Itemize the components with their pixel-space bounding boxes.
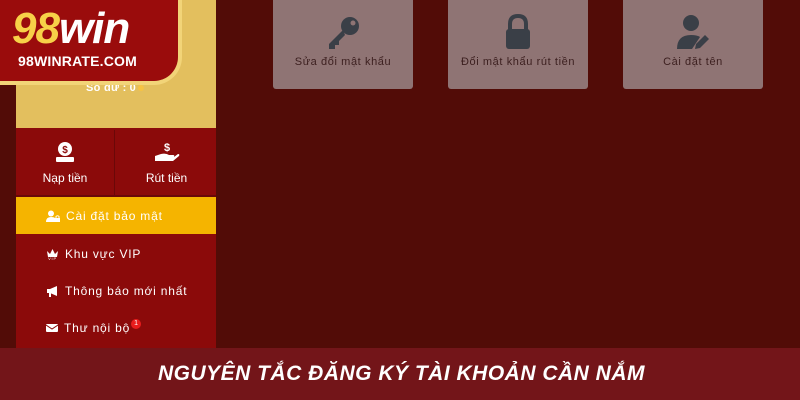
menu-item-label: Thư nội bộ (64, 320, 131, 335)
menu-item-label: Cài đặt bảo mật (66, 208, 163, 223)
withdraw-label: Rút tiền (145, 170, 188, 185)
logo-number: 98 (12, 4, 60, 53)
set-name-tile[interactable]: Cài đặt tên (623, 0, 763, 89)
deposit-button[interactable]: $ Nạp tiền (16, 130, 115, 195)
menu-item-inbox[interactable]: Thư nội bộ 1 (16, 309, 216, 346)
envelope-icon (46, 323, 58, 332)
vip-crown-icon: VIP (47, 249, 58, 260)
key-icon (329, 17, 359, 49)
tile-label: Đổi mật khẩu rút tiền (460, 56, 576, 68)
svg-text:$: $ (62, 145, 68, 156)
logo-word: win (58, 4, 130, 53)
menu-item-notifications[interactable]: Thông báo mới nhất (16, 272, 216, 309)
unread-badge: 1 (131, 318, 142, 329)
title-banner: NGUYÊN TẮC ĐĂNG KÝ TÀI KHOẢN CẦN NẮM (0, 348, 800, 400)
withdraw-button[interactable]: $ Rút tiền (117, 130, 216, 195)
menu-item-label: Khu vực VIP (65, 246, 142, 261)
menu-item-vip[interactable]: VIP Khu vực VIP (16, 235, 216, 272)
withdraw-hand-icon: $ (154, 142, 179, 161)
logo-wordmark: 98win (12, 4, 130, 54)
change-withdraw-password-tile[interactable]: Đổi mật khẩu rút tiền (448, 0, 588, 89)
lock-icon (506, 13, 530, 49)
logo-site-url: 98WINRATE.COM (18, 53, 138, 69)
deposit-label: Nạp tiền (42, 170, 88, 185)
user-lock-icon (46, 210, 60, 222)
user-edit-icon (677, 15, 709, 49)
banner-title: NGUYÊN TẮC ĐĂNG KÝ TÀI KHOẢN CẦN NẮM (158, 362, 645, 385)
change-password-tile[interactable]: Sửa đổi mật khẩu (273, 0, 413, 89)
menu-item-security[interactable]: Cài đặt bảo mật (16, 197, 216, 234)
tile-label: Cài đặt tên (663, 56, 723, 68)
menu-item-label: Thông báo mới nhất (65, 283, 188, 298)
coin-icon (138, 85, 145, 92)
tile-label: Sửa đổi mật khẩu (294, 56, 392, 68)
deposit-icon: $ (56, 141, 74, 162)
site-logo[interactable]: 98win 98WINRATE.COM (0, 0, 182, 85)
svg-text:VIP: VIP (48, 256, 57, 260)
svg-text:$: $ (163, 142, 169, 154)
megaphone-icon (47, 285, 57, 297)
